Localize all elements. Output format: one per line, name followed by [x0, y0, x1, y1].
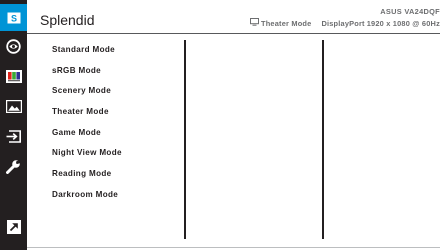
column-divider: [184, 40, 186, 239]
header: Splendid ASUS VA24DQF Theater Mode Displ…: [27, 0, 440, 33]
eye-care-icon: [6, 39, 21, 54]
footer-divider: [27, 247, 440, 248]
sidebar-item-image[interactable]: [0, 93, 27, 120]
menu-item-theater-mode[interactable]: Theater Mode: [52, 105, 182, 126]
menu-item-game-mode[interactable]: Game Mode: [52, 126, 182, 147]
image-icon: [5, 100, 22, 113]
model-name: ASUS VA24DQF: [380, 7, 440, 16]
page-title: Splendid: [40, 12, 95, 28]
menu-item-night-view-mode[interactable]: Night View Mode: [52, 146, 182, 167]
sidebar-item-color[interactable]: [0, 63, 27, 90]
shortcut-icon: [6, 219, 21, 234]
splendid-mode-list: Standard Mode sRGB Mode Scenery Mode The…: [52, 43, 182, 209]
status-bar: Theater Mode DisplayPort 1920 x 1080 @ 6…: [249, 18, 440, 28]
menu-item-standard-mode[interactable]: Standard Mode: [52, 43, 182, 64]
sidebar-item-input-select[interactable]: [0, 123, 27, 150]
menu-item-darkroom-mode[interactable]: Darkroom Mode: [52, 188, 182, 209]
status-resolution: 1920 x 1080 @ 60Hz: [366, 18, 440, 28]
sidebar: S: [0, 0, 27, 250]
status-input: DisplayPort: [321, 18, 365, 28]
header-divider: [27, 33, 440, 34]
sidebar-item-splendid[interactable]: S: [0, 4, 27, 31]
menu-item-srgb-mode[interactable]: sRGB Mode: [52, 64, 182, 85]
status-mode: Theater Mode: [260, 18, 312, 28]
sidebar-item-shortcut[interactable]: [0, 213, 27, 240]
svg-text:S: S: [10, 13, 16, 23]
menu-item-scenery-mode[interactable]: Scenery Mode: [52, 84, 182, 105]
column-divider: [322, 40, 324, 239]
splendid-icon: S: [7, 12, 21, 24]
menu-item-reading-mode[interactable]: Reading Mode: [52, 167, 182, 188]
monitor-icon: [249, 18, 259, 28]
wrench-icon: [6, 159, 21, 174]
sidebar-item-eye-care[interactable]: [0, 33, 27, 60]
sidebar-item-system-setup[interactable]: [0, 153, 27, 180]
osd-menu: S Splendid ASUS VA24DQF Theater Mode Dis…: [0, 0, 440, 250]
color-icon: [5, 70, 22, 83]
input-select-icon: [6, 130, 22, 143]
